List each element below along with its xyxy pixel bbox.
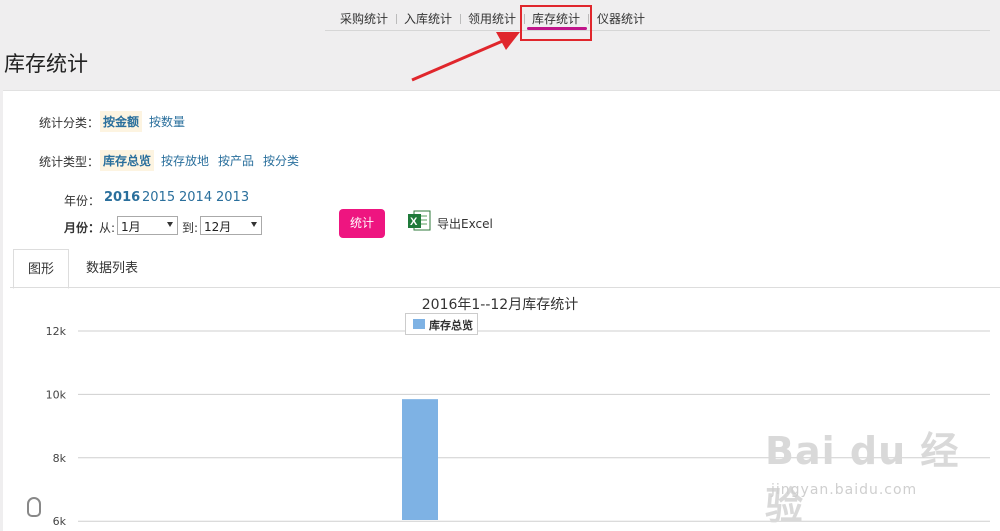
legend-swatch xyxy=(413,319,425,329)
watermark-brand: Bai du 经验 xyxy=(765,429,960,528)
baidu-watermark: Bai du 经验 jingyan.baidu.com xyxy=(765,420,995,528)
y-tick-label: 6k xyxy=(53,515,67,527)
y-tick-label: 8k xyxy=(53,452,67,465)
y-tick-label: 12k xyxy=(46,325,67,338)
chart-legend[interactable]: 库存总览 xyxy=(405,313,478,335)
watermark-url: jingyan.baidu.com xyxy=(771,482,918,498)
toggle-icon[interactable] xyxy=(27,497,41,517)
chart-bar[interactable] xyxy=(402,399,438,520)
legend-label: 库存总览 xyxy=(429,319,473,332)
y-tick-label: 10k xyxy=(46,388,67,401)
